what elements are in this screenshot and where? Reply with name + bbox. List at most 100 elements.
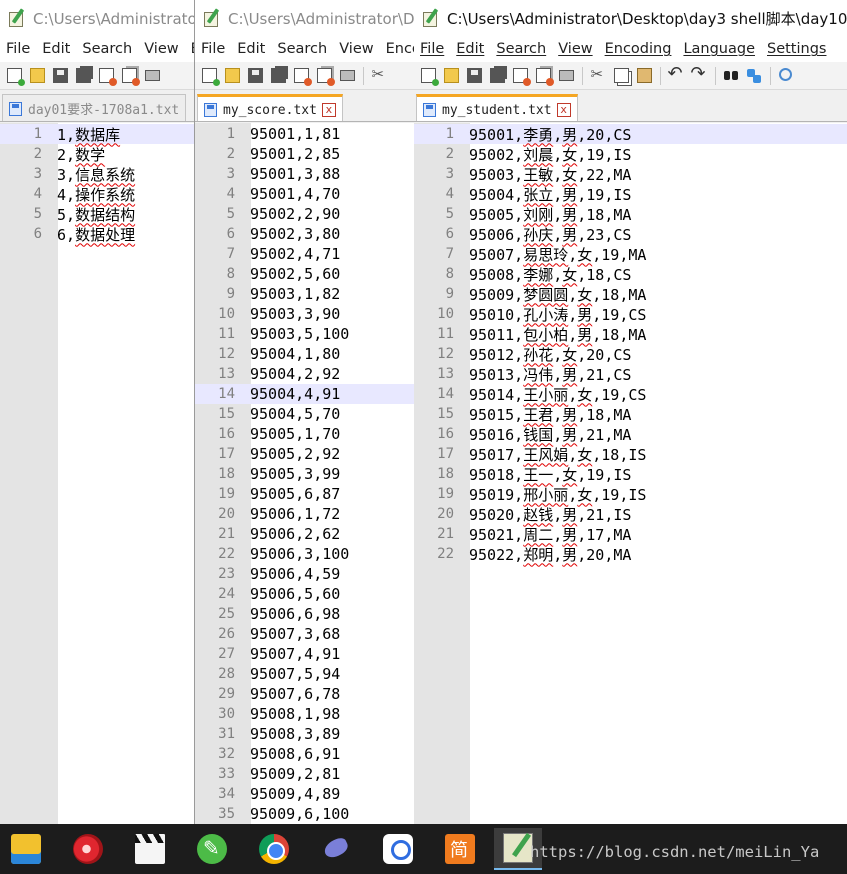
editor-line[interactable]: 3 3,信息系统 [0, 164, 194, 184]
editor-line[interactable]: 20 95020,赵钱,男,21,IS [414, 504, 847, 524]
tab-close-icon[interactable]: x [321, 103, 336, 117]
close-all-button[interactable] [313, 66, 335, 86]
menu-search[interactable]: Search [490, 41, 552, 57]
editor-line[interactable]: 21 95006,2,62 [195, 524, 414, 544]
taskbar-chrome[interactable] [250, 828, 298, 870]
close-button[interactable] [95, 66, 117, 86]
editor-line[interactable]: 5 95005,刘刚,男,18,MA [414, 204, 847, 224]
taskbar-dolphin-app[interactable] [312, 828, 360, 870]
menu-edit[interactable]: Edit [231, 41, 271, 57]
menu-edit[interactable]: Edit [450, 41, 490, 57]
text-editor[interactable]: 1 95001,1,81 2 95001,2,85 3 95001,3,88 4 95001,… [195, 123, 414, 824]
editor-line[interactable]: 6 95006,孙庆,男,23,CS [414, 224, 847, 244]
editor-line[interactable]: 17 95005,2,92 [195, 444, 414, 464]
editor-line[interactable]: 2 2,数学 [0, 144, 194, 164]
editor-line[interactable]: 4 95001,4,70 [195, 184, 414, 204]
editor-line[interactable]: 18 95005,3,99 [195, 464, 414, 484]
menu-edit[interactable]: Edit [36, 41, 76, 57]
print-button[interactable] [336, 66, 358, 86]
editor-line[interactable]: 2 95002,刘晨,女,19,IS [414, 144, 847, 164]
editor-line[interactable]: 13 95013,冯伟,男,21,CS [414, 364, 847, 384]
new-file-button[interactable] [198, 66, 220, 86]
find-button[interactable] [720, 66, 742, 86]
editor-line[interactable]: 31 95008,3,89 [195, 724, 414, 744]
editor-line[interactable]: 24 95006,5,60 [195, 584, 414, 604]
editor-line[interactable]: 2 95001,2,85 [195, 144, 414, 164]
zoom-in-button[interactable] [775, 66, 797, 86]
title-bar[interactable]: C:\Users\Administrator\Desktop\day3 shel… [195, 0, 414, 36]
save-button[interactable] [463, 66, 485, 86]
editor-line[interactable]: 9 95009,梦圆圆,女,18,MA [414, 284, 847, 304]
editor-line[interactable]: 1 95001,李勇,男,20,CS [414, 124, 847, 144]
editor-line[interactable]: 22 95022,郑明,男,20,MA [414, 544, 847, 564]
tab-my-score[interactable]: my_score.txt x [197, 94, 343, 121]
editor-line[interactable]: 23 95006,4,59 [195, 564, 414, 584]
save-button[interactable] [244, 66, 266, 86]
save-all-button[interactable] [72, 66, 94, 86]
open-file-button[interactable] [221, 66, 243, 86]
editor-line[interactable]: 30 95008,1,98 [195, 704, 414, 724]
print-button[interactable] [141, 66, 163, 86]
paste-button[interactable] [633, 66, 655, 86]
editor-line[interactable]: 11 95003,5,100 [195, 324, 414, 344]
menu-file[interactable]: File [414, 41, 450, 57]
save-all-button[interactable] [267, 66, 289, 86]
editor-line[interactable]: 5 5,数据结构 [0, 204, 194, 224]
menu-view[interactable]: View [552, 41, 598, 57]
tab-close-icon[interactable]: x [556, 103, 571, 117]
editor-line[interactable]: 15 95004,5,70 [195, 404, 414, 424]
menu-settings[interactable]: Settings [761, 41, 832, 57]
editor-line[interactable]: 28 95007,5,94 [195, 664, 414, 684]
new-file-button[interactable] [3, 66, 25, 86]
editor-line[interactable]: 10 95010,孔小涛,男,19,CS [414, 304, 847, 324]
redo-button[interactable] [688, 63, 710, 86]
editor-line[interactable]: 27 95007,4,91 [195, 644, 414, 664]
save-button[interactable] [49, 66, 71, 86]
editor-line[interactable]: 3 95001,3,88 [195, 164, 414, 184]
menu-file[interactable]: File [0, 41, 36, 57]
text-editor[interactable]: 1 1,数据库 2 2,数学 3 3,信息系统 4 4,操作系统 5 5,数据结构 6 6,数据处理 [0, 123, 194, 824]
title-bar[interactable]: C:\Users\Administrator\Desktop\day3 shel… [414, 0, 847, 36]
editor-line[interactable]: 1 1,数据库 [0, 124, 194, 144]
editor-line[interactable]: 12 95004,1,80 [195, 344, 414, 364]
tab-my-student[interactable]: my_student.txt x [416, 94, 578, 121]
taskbar-orange-app[interactable] [436, 828, 484, 870]
editor-line[interactable]: 35 95009,6,100 [195, 804, 414, 824]
editor-line[interactable]: 29 95007,6,78 [195, 684, 414, 704]
close-all-button[interactable] [532, 66, 554, 86]
editor-line[interactable]: 8 95002,5,60 [195, 264, 414, 284]
menu-file[interactable]: File [195, 41, 231, 57]
editor-line[interactable]: 15 95015,王君,男,18,MA [414, 404, 847, 424]
title-bar[interactable]: C:\Users\Administrator\Desktop\day3 shel… [0, 0, 194, 36]
undo-button[interactable] [665, 63, 687, 86]
open-file-button[interactable] [440, 66, 462, 86]
editor-line[interactable]: 1 95001,1,81 [195, 124, 414, 144]
taskbar-baidu-netdisk[interactable] [374, 828, 422, 870]
editor-line[interactable]: 10 95003,3,90 [195, 304, 414, 324]
close-button[interactable] [290, 66, 312, 86]
editor-line[interactable]: 6 95002,3,80 [195, 224, 414, 244]
tab-day01[interactable]: day01要求-1708a1.txt [2, 94, 187, 121]
editor-line[interactable]: 16 95016,钱国,男,21,MA [414, 424, 847, 444]
notepad-window-day01[interactable]: C:\Users\Administrator\Desktop\day3 shel… [0, 0, 194, 824]
close-all-button[interactable] [118, 66, 140, 86]
taskbar-file-explorer[interactable] [2, 828, 50, 870]
editor-line[interactable]: 4 4,操作系统 [0, 184, 194, 204]
copy-button[interactable] [610, 66, 632, 86]
editor-line[interactable]: 14 95014,王小丽,女,19,CS [414, 384, 847, 404]
notepad-window-my-student[interactable]: C:\Users\Administrator\Desktop\day3 shel… [414, 0, 847, 824]
editor-line[interactable]: 16 95005,1,70 [195, 424, 414, 444]
taskbar-snail-app[interactable] [64, 828, 112, 870]
cut-button[interactable] [368, 65, 390, 86]
open-file-button[interactable] [26, 66, 48, 86]
editor-line[interactable]: 6 6,数据处理 [0, 224, 194, 244]
menu-search[interactable]: Search [76, 41, 138, 57]
editor-line[interactable]: 21 95021,周二,男,17,MA [414, 524, 847, 544]
menu-view[interactable]: View [138, 41, 184, 57]
menu-language[interactable]: Language [677, 41, 761, 57]
editor-line[interactable]: 11 95011,包小柏,男,18,MA [414, 324, 847, 344]
editor-line[interactable]: 8 95008,李娜,女,18,CS [414, 264, 847, 284]
editor-line[interactable]: 7 95007,易思玲,女,19,MA [414, 244, 847, 264]
notepad-window-my-score[interactable]: C:\Users\Administrator\Desktop\day3 shel… [195, 0, 414, 824]
editor-line[interactable]: 20 95006,1,72 [195, 504, 414, 524]
